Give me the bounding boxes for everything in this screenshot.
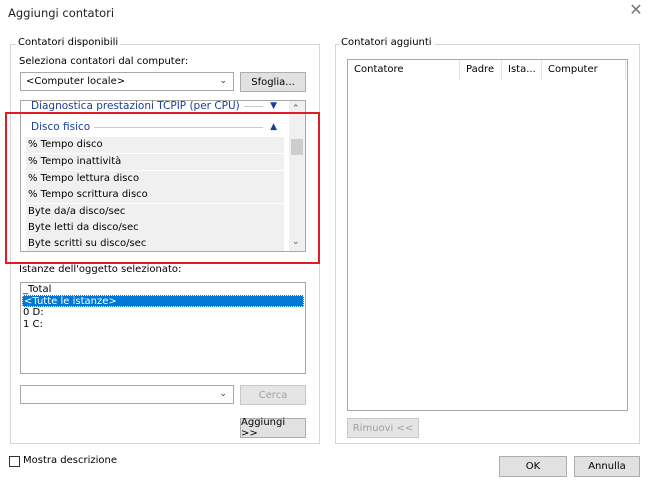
search-select[interactable]: ⌄ [20, 385, 234, 404]
column-header-contatore[interactable]: Contatore [348, 60, 460, 80]
added-counters-list[interactable]: Contatore Padre Ista... Computer [347, 59, 628, 411]
instance-item[interactable]: 1 C: [22, 319, 304, 331]
search-button[interactable]: Cerca [240, 385, 306, 405]
added-counters-label: Contatori aggiunti [339, 37, 434, 49]
category-disco-fisico-label: Disco fisico [31, 121, 95, 133]
add-button[interactable]: Aggiungi >> [240, 417, 306, 439]
chevron-down-icon: ⌄ [219, 389, 227, 399]
show-description-checkbox[interactable] [9, 456, 20, 467]
computer-select-label: Seleziona contatori dal computer: [19, 56, 189, 67]
available-counters-label: Contatori disponibili [16, 37, 121, 49]
remove-button[interactable]: Rimuovi << [347, 418, 419, 438]
chevron-down-icon: ⌄ [219, 76, 227, 86]
column-header-istanza[interactable]: Ista... [502, 60, 542, 80]
show-description-label: Mostra descrizione [23, 455, 118, 466]
instances-label: Istanze dell'oggetto selezionato: [19, 264, 182, 275]
category-tcpip-label: Diagnostica prestazioni TCPIP (per CPU) [31, 101, 244, 112]
highlight-frame [5, 112, 320, 264]
column-header-computer[interactable]: Computer [542, 60, 626, 80]
cancel-button[interactable]: Annulla [574, 456, 640, 477]
computer-select-value: <Computer locale> [26, 76, 126, 87]
computer-select[interactable]: <Computer locale> ⌄ [20, 72, 234, 91]
column-header-padre[interactable]: Padre [460, 60, 502, 80]
ok-button[interactable]: OK [499, 456, 567, 477]
window-title: Aggiungi contatori [8, 6, 115, 20]
browse-button[interactable]: Sfoglia... [240, 72, 306, 92]
close-icon[interactable]: ✕ [627, 1, 645, 19]
instances-listbox[interactable]: _Total <Tutte le istanze> 0 D: 1 C: [20, 282, 306, 374]
instance-item-selected[interactable]: <Tutte le istanze> [22, 295, 304, 307]
category-tcpip[interactable]: Diagnostica prestazioni TCPIP (per CPU) … [31, 101, 281, 114]
instance-item[interactable]: 0 D: [22, 307, 304, 319]
